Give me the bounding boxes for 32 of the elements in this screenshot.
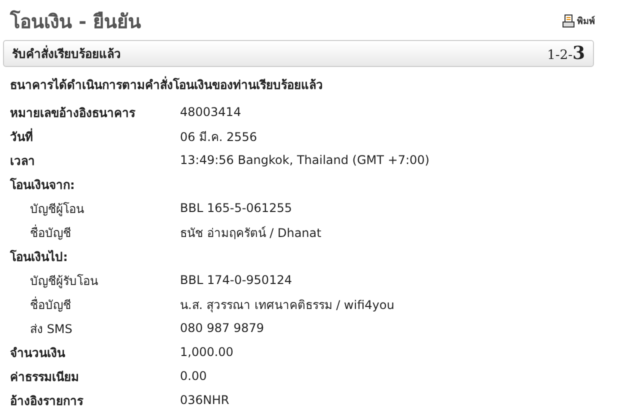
field-label: บัญชีผู้รับโอน [29,272,99,290]
field-value: 06 มี.ค. 2556 [180,128,258,146]
field-value: 080 987 9879 [180,321,264,335]
field-label: ชื่อบัญชี [29,224,72,242]
step-number: 3 [572,43,585,64]
field-value: ธนัช อ่ามฤครัตน์ / Dhanat [180,224,322,242]
field-label: ค่าธรรมเนียม [9,368,80,386]
field-label: โอนเงินไป: [8,248,69,266]
field-label: จำนวนเงิน [9,344,66,362]
field-value: BBL 165-5-061255 [180,201,292,215]
field-value: 1,000.00 [180,345,234,359]
field-label: เวลา [9,152,36,170]
confirmation-message: ธนาคารได้ดำเนินการตามคำสั่งโอนเงินของท่านเรียบร้อยแล้ว [10,75,324,94]
field-value: 48003414 [180,105,242,119]
field-label: ส่ง SMS [29,320,74,338]
field-label: โอนเงินจาก: [8,176,76,194]
field-value: 13:49:56 Bangkok, Thailand (GMT +7:00) [180,153,430,167]
field-value: น.ส. สุวรรณา เทศนาคติธรรม / wifi4you [180,296,394,314]
field-label: วันที่ [9,127,34,146]
step-number: 1- [547,48,560,63]
field-label: อ้างอิงรายการ [9,392,84,407]
print-link[interactable]: พิมพ์ [562,14,595,28]
printer-icon [562,14,575,28]
field-value: 0.00 [180,369,207,383]
field-value: 036NHR [180,393,230,407]
status-text: รับคำสั่งเรียบร้อยแล้ว [12,44,121,63]
page-title: โอนเงิน - ยืนยัน [10,9,142,35]
field-label: หมายเลขอ้างอิงธนาคาร [9,104,136,122]
field-label: บัญชีผู้โอน [29,200,85,218]
field-value: BBL 174-0-950124 [180,273,292,287]
field-label: ชื่อบัญชี [29,296,72,314]
step-number: 2- [560,48,572,63]
